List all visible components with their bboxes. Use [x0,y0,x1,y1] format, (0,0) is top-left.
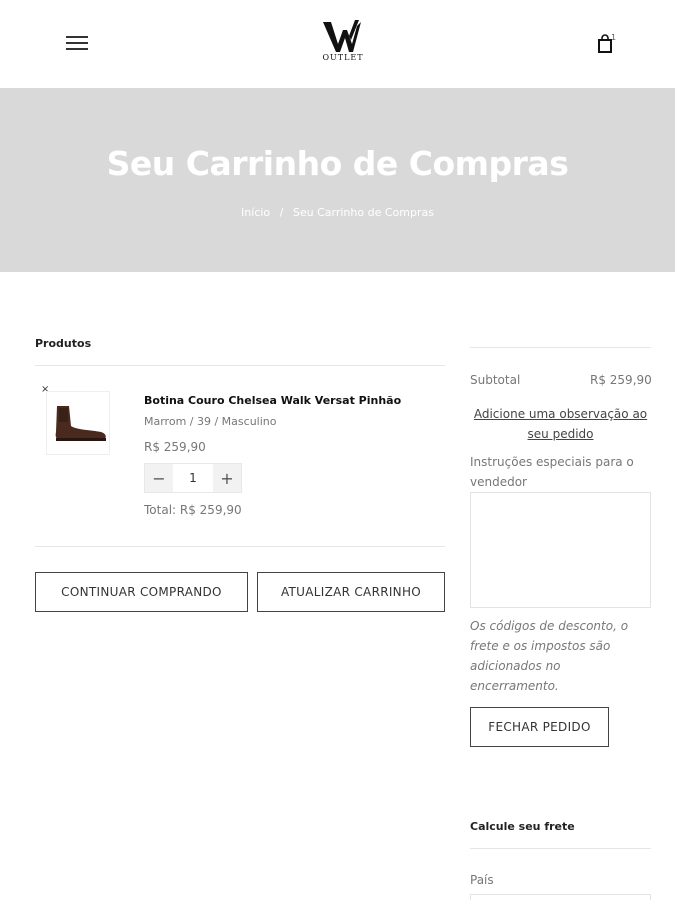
update-cart-button[interactable]: ATUALIZAR CARRINHO [257,572,445,612]
tax-note: Os códigos de desconto, o frete e os imp… [470,619,629,693]
logo-text: OUTLET [322,53,364,62]
product-thumbnail[interactable] [46,391,110,455]
continue-shopping-button[interactable]: CONTINUAR COMPRANDO [35,572,248,612]
line-total: Total: R$ 259,90 [144,503,242,517]
country-label: País [470,873,494,887]
products-heading: Produtos [35,337,92,350]
breadcrumb-home-link[interactable]: Início [241,206,270,219]
page-hero: Seu Carrinho de Compras Início / Seu Car… [0,88,675,272]
logo[interactable]: OUTLET [318,18,368,70]
product-price: R$ 259,90 [144,440,206,454]
boot-image [55,406,106,441]
product-variant: Marrom / 39 / Masculino [144,415,277,428]
shipping-heading: Calcule seu frete [470,820,575,833]
quantity-decrease-button[interactable]: − [145,469,173,488]
products-divider-top [35,365,445,366]
summary-divider-top [470,347,651,348]
quantity-stepper: − 1 + [144,463,242,493]
checkout-button[interactable]: FECHAR PEDIDO [470,707,609,747]
shipping-divider [470,848,651,849]
add-note-link[interactable]: Adicione uma observação ao seu pedido [470,404,651,444]
site-header: OUTLET 1 [0,0,675,88]
quantity-input[interactable]: 1 [173,464,213,492]
logo-mark-icon [323,20,361,52]
subtotal-label: Subtotal [470,373,521,387]
special-instructions-field[interactable] [470,492,651,608]
subtotal-value: R$ 259,90 [590,373,652,387]
instructions-label: Instruções especiais para o vendedor [470,455,634,489]
breadcrumb-separator: / [279,206,284,219]
menu-icon[interactable] [66,36,88,54]
breadcrumb-current: Seu Carrinho de Compras [292,206,434,219]
product-name-link[interactable]: Botina Couro Chelsea Walk Versat Pinhão [144,394,401,407]
country-select[interactable] [470,894,651,900]
cart-count-badge: 1 [611,33,617,42]
cart-icon[interactable]: 1 [596,33,620,56]
products-divider-bottom [35,546,445,547]
quantity-increase-button[interactable]: + [213,469,241,488]
page-title: Seu Carrinho de Compras [106,144,569,183]
breadcrumb: Início / Seu Carrinho de Compras [0,206,675,219]
